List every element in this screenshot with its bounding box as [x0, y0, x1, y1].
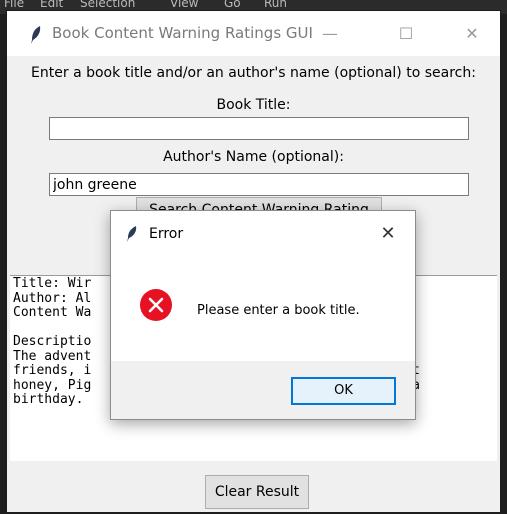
- clear-result-button[interactable]: Clear Result: [205, 475, 309, 509]
- background-menu-item[interactable]: View: [170, 0, 198, 10]
- search-prompt: Enter a book title and/or an author's na…: [31, 65, 476, 81]
- book-title-label: Book Title:: [216, 97, 291, 113]
- window-title: Book Content Warning Ratings GUI: [52, 24, 313, 42]
- dialog-close-button[interactable]: ✕: [373, 219, 403, 249]
- book-title-input[interactable]: [49, 117, 469, 140]
- error-message: Please enter a book title.: [197, 303, 360, 318]
- background-menu-item[interactable]: File: [4, 0, 24, 10]
- minimize-button[interactable]: —: [307, 11, 353, 56]
- ok-button[interactable]: OK: [291, 377, 396, 405]
- dialog-titlebar[interactable]: Error ✕: [111, 211, 415, 257]
- close-button[interactable]: ✕: [449, 11, 495, 56]
- error-dialog: Error ✕ Please enter a book title. OK: [110, 210, 416, 420]
- author-input[interactable]: [49, 173, 469, 196]
- window-titlebar[interactable]: Book Content Warning Ratings GUI — ☐ ✕: [7, 11, 500, 56]
- feather-icon: [31, 26, 41, 44]
- maximize-button[interactable]: ☐: [383, 11, 429, 56]
- background-menu-item[interactable]: Edit: [40, 0, 63, 10]
- dialog-title: Error: [149, 226, 184, 242]
- author-label: Author's Name (optional):: [163, 149, 344, 165]
- error-icon: [140, 289, 172, 321]
- background-menu-item[interactable]: Run: [264, 0, 287, 10]
- feather-icon: [127, 226, 137, 242]
- background-menu-item[interactable]: Selection: [80, 0, 135, 10]
- background-menu-item[interactable]: Go: [224, 0, 241, 10]
